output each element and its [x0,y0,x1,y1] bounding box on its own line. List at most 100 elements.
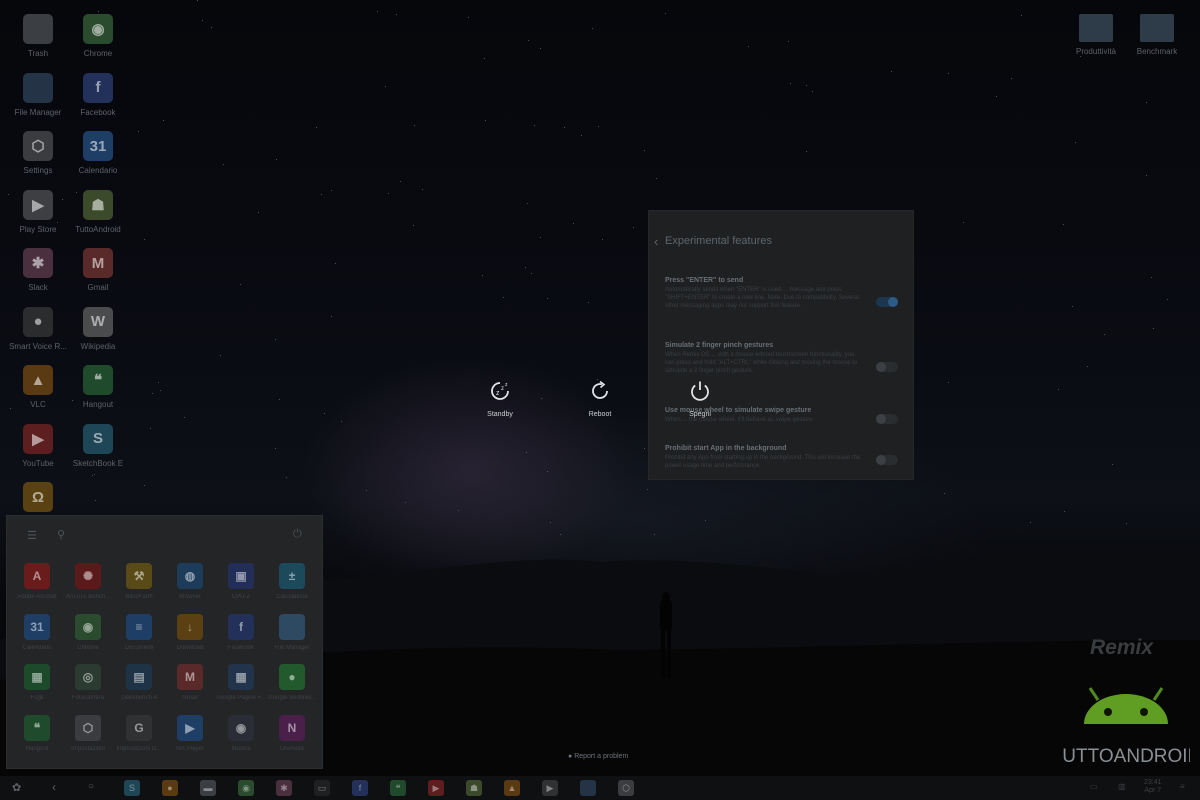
photo-icon[interactable]: ▭ [314,780,330,796]
reboot-button[interactable]: Reboot [570,378,630,418]
app-musica[interactable]: ◉ Musica [215,714,267,752]
folder-benchmark[interactable]: Benchmark [1122,14,1192,58]
desktop-icon-sketchbook-e[interactable]: S SketchBook E [63,423,133,470]
sketchbook-icon[interactable]: S [124,780,140,796]
svg-text:z: z [496,390,500,397]
app-fotocamera[interactable]: ◎ Fotocamera [62,664,114,701]
app-documenti[interactable]: ≡ Documenti [113,613,165,651]
google-pages-icon: ▦ [228,664,254,690]
briefcase-icon[interactable]: ▬ [200,780,216,796]
clock[interactable]: 23:41 Apr 7 [1144,779,1162,795]
geekbench-icon: ▤ [126,664,152,690]
microphone-icon: ● [23,306,53,337]
power-icon[interactable]: ⏻ [293,528,302,541]
chrome-icon: ◉ [83,14,113,44]
app-label: Facebook [227,644,255,651]
keyboard-icon[interactable]: ▭ [1090,782,1098,791]
back-icon[interactable]: ‹ [52,780,56,794]
app-google-sentinel[interactable]: ● Google Sentinel... [266,664,318,701]
app-adobe-acrobat[interactable]: A Adobe Acrobat [11,563,63,600]
toggle-prohibit-background[interactable] [876,455,898,465]
chrome-icon[interactable]: ◉ [238,780,254,796]
svg-text:z: z [501,386,504,392]
setting-description: Prohibit any App from starting up in the… [665,455,861,469]
desktop-icon-chrome[interactable]: ◉ Chrome [63,14,133,60]
youtube-icon[interactable]: ▶ [428,780,444,796]
folder-icon[interactable] [580,780,596,796]
android-icon[interactable]: ☗ [466,780,482,796]
desktop-icon-hangout[interactable]: ❝ Hangout [63,365,133,411]
desktop-icon-label: Hangout [82,400,114,409]
play-store-icon[interactable]: ▶ [542,780,558,796]
desktop-icon-facebook[interactable]: f Facebook [63,72,133,119]
app-calcolatrice[interactable]: ± Calcolatrice [266,563,318,600]
app-antutu-bench[interactable]: ✺ AnTuTu Bench... [62,563,114,600]
app-fogli[interactable]: ▦ Fogli [11,664,63,701]
desktop-icon-calendario[interactable]: 31 Calendario [63,131,133,177]
standby-button[interactable]: zzz Standby [470,378,530,418]
gear-icon[interactable]: ⬡ [618,780,634,796]
back-arrow-icon[interactable]: ‹ [654,234,658,249]
remix-start-icon[interactable]: ✿ [12,781,21,794]
orange-app-icon[interactable]: ● [162,780,178,796]
app-chrome[interactable]: ◉ Chrome [62,613,114,651]
toggle-pinch-gesture[interactable] [876,362,898,372]
gear-icon: ⬡ [75,714,101,741]
hangouts-icon[interactable]: ❝ [390,780,406,796]
toggle-press-enter[interactable] [876,297,898,307]
app-download[interactable]: ↓ Download [164,613,216,651]
sleep-icon: zzz [470,378,530,404]
shutdown-label: Spegni [689,411,711,418]
setting-press-enter: Press "ENTER" to send Automatically send… [665,277,865,310]
app-label: File Manager [274,644,310,651]
desktop-icon-label: Wikipedia [80,341,116,351]
reboot-label: Reboot [588,411,612,418]
vlc-icon: ▲ [23,365,53,395]
taskbar: ✿ ‹ ○ S ● ▬ ◉ ✱ ▭ f ❝ ▶ ☗ ▲ ▶ ⬡ ▭ ▥ 23:41 Apr 7 ≡ [0,776,1200,800]
list-view-icon[interactable]: ☰ [27,529,37,542]
toggle-mouse-wheel[interactable] [876,414,898,424]
power-icon [670,378,730,404]
notifications-icon[interactable]: ≡ [1180,782,1185,791]
vlc-icon[interactable]: ▲ [504,780,520,796]
app-label: Fotocamera [71,695,104,701]
gmail-icon: M [83,248,113,278]
wifi-icon[interactable]: ▥ [1118,782,1126,791]
app-label: Calcolatrice [276,594,308,600]
desktop-icon-wikipedia[interactable]: W Wikipedia [63,306,133,353]
desktop-icon-label: SketchBook E [72,458,124,468]
shutdown-button[interactable]: Spegni [670,378,730,418]
app-gmail[interactable]: M Gmail [164,664,216,701]
bitcofarm-icon: ⚒ [126,563,152,589]
app-label: Google Pagine F... [216,695,266,701]
app-facebook[interactable]: f Facebook [215,613,267,651]
app-label: Musica [231,745,251,752]
app-onenote[interactable]: N OneNote [266,714,318,752]
app-google-pagine-f[interactable]: ▦ Google Pagine F... [215,664,267,701]
app-bitcofarm[interactable]: ⚒ BitcoFarm [113,563,165,600]
desktop-icon-gmail[interactable]: M Gmail [63,248,133,294]
app-cpu-z[interactable]: ▣ CPU-Z [215,563,267,600]
desktop-icon-tuttoandroid[interactable]: ☗ TuttoAndroid [63,189,133,236]
app-geekbench-4[interactable]: ▤ Geekbench 4 [113,664,165,701]
slack-icon: ✱ [23,248,53,278]
home-icon[interactable]: ○ [88,781,94,792]
app-file-manager[interactable]: File Manager [266,613,318,651]
setting-description: Automatically sends when "ENTER" is used… [665,287,860,309]
slack-icon[interactable]: ✱ [276,780,292,796]
report-problem-link[interactable]: ● Report a problem [568,753,628,760]
facebook-icon[interactable]: f [352,780,368,796]
acrobat-icon: A [24,563,50,589]
app-mx-player[interactable]: ▶ MX Player [164,714,216,752]
search-icon[interactable]: ⚲ [57,528,65,541]
folder-produttivita[interactable]: Produttività [1061,14,1131,58]
app-browser[interactable]: ◍ Browser [164,563,216,600]
app-impostazioni[interactable]: ⬡ Impostazioni [62,714,114,752]
app-impostazioni-g[interactable]: G Impostazioni G... [113,714,165,752]
calendar-icon: 31 [83,131,113,161]
wikipedia-icon: W [83,306,113,337]
app-hangout[interactable]: ❝ Hangout [11,714,63,752]
google-settings-icon: G [126,714,152,741]
app-label: Chrome [77,644,99,651]
app-calendario[interactable]: 31 Calendario [11,613,63,651]
